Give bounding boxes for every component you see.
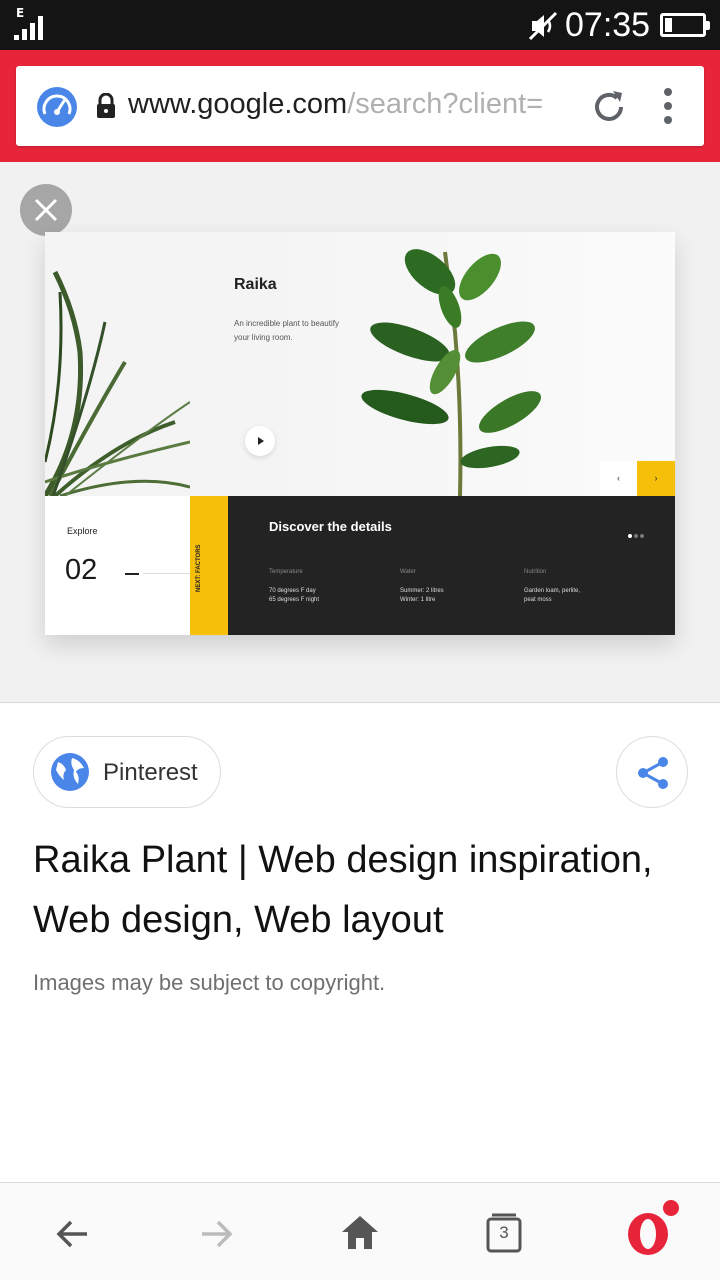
result-title[interactable]: Raika Plant | Web design inspiration, We…	[33, 830, 693, 950]
explore-panel: Explore 02	[45, 496, 190, 635]
explore-label: Explore	[67, 526, 98, 536]
network-type-label: E	[16, 6, 25, 20]
address-bar[interactable]: www.google.com/search?client=	[16, 66, 704, 146]
clock: 07:35	[565, 6, 651, 44]
details-panel: Discover the details Temperature 70 degr…	[228, 496, 675, 635]
battery-icon	[660, 13, 710, 37]
image-preview: Raika An incredible plant to beautify yo…	[0, 162, 720, 703]
next-strip: NEXT: FACTORS	[190, 496, 228, 635]
notification-dot	[663, 1200, 679, 1216]
source-chip[interactable]: Pinterest	[33, 736, 221, 808]
factor-value: Summer: 2 litres Winter: 1 litre	[400, 588, 444, 603]
speed-dial-icon[interactable]	[36, 86, 78, 128]
explore-number: 02	[65, 554, 98, 586]
factor-label: Temperature	[269, 569, 303, 575]
url-host: www.google.com	[128, 88, 348, 120]
bottom-navigation: 3	[0, 1182, 720, 1280]
details-title: Discover the details	[269, 519, 392, 534]
close-button[interactable]	[20, 184, 72, 236]
reload-icon[interactable]	[590, 88, 628, 126]
slide-next-button[interactable]: ›	[637, 461, 675, 496]
preview-image-mockup[interactable]: Raika An incredible plant to beautify yo…	[45, 232, 675, 635]
url-text[interactable]: www.google.com/search?client=	[128, 88, 580, 121]
share-icon	[638, 757, 668, 789]
opera-menu-icon[interactable]	[626, 1212, 670, 1256]
hero-subtitle: An incredible plant to beautify your liv…	[234, 319, 339, 342]
next-strip-label: NEXT: FACTORS	[196, 544, 202, 592]
factor-label: Nutrition	[524, 569, 547, 575]
browser-toolbar: www.google.com/search?client=	[0, 50, 720, 162]
palm-leaves-image	[45, 232, 190, 496]
status-bar: E 07:35	[0, 0, 720, 50]
plant-image	[361, 249, 541, 496]
back-icon[interactable]	[53, 1214, 93, 1254]
play-button[interactable]	[245, 426, 275, 456]
factor-value: Garden loam, perlite, peat moss	[524, 588, 581, 603]
explore-dash	[125, 573, 139, 575]
share-button[interactable]	[616, 736, 688, 808]
globe-icon	[51, 753, 89, 791]
tab-count: 3	[499, 1223, 509, 1242]
slide-prev-button[interactable]: ‹	[600, 461, 637, 496]
hero-section: Raika An incredible plant to beautify yo…	[190, 232, 675, 496]
overflow-menu-icon[interactable]	[661, 88, 675, 126]
close-icon	[34, 198, 58, 222]
url-path: /search?client=	[347, 88, 544, 120]
pagination-dots	[628, 525, 646, 543]
mute-icon	[528, 11, 558, 41]
home-icon[interactable]	[340, 1213, 380, 1253]
hero-title: Raika	[234, 276, 277, 293]
explore-progress-line	[143, 573, 190, 574]
lock-icon	[97, 93, 115, 118]
source-label: Pinterest	[103, 759, 198, 786]
copyright-notice: Images may be subject to copyright.	[33, 970, 386, 995]
factor-value: 70 degrees F day 65 degrees F night	[269, 588, 320, 603]
forward-icon[interactable]	[196, 1214, 236, 1254]
factor-label: Water	[400, 569, 416, 575]
